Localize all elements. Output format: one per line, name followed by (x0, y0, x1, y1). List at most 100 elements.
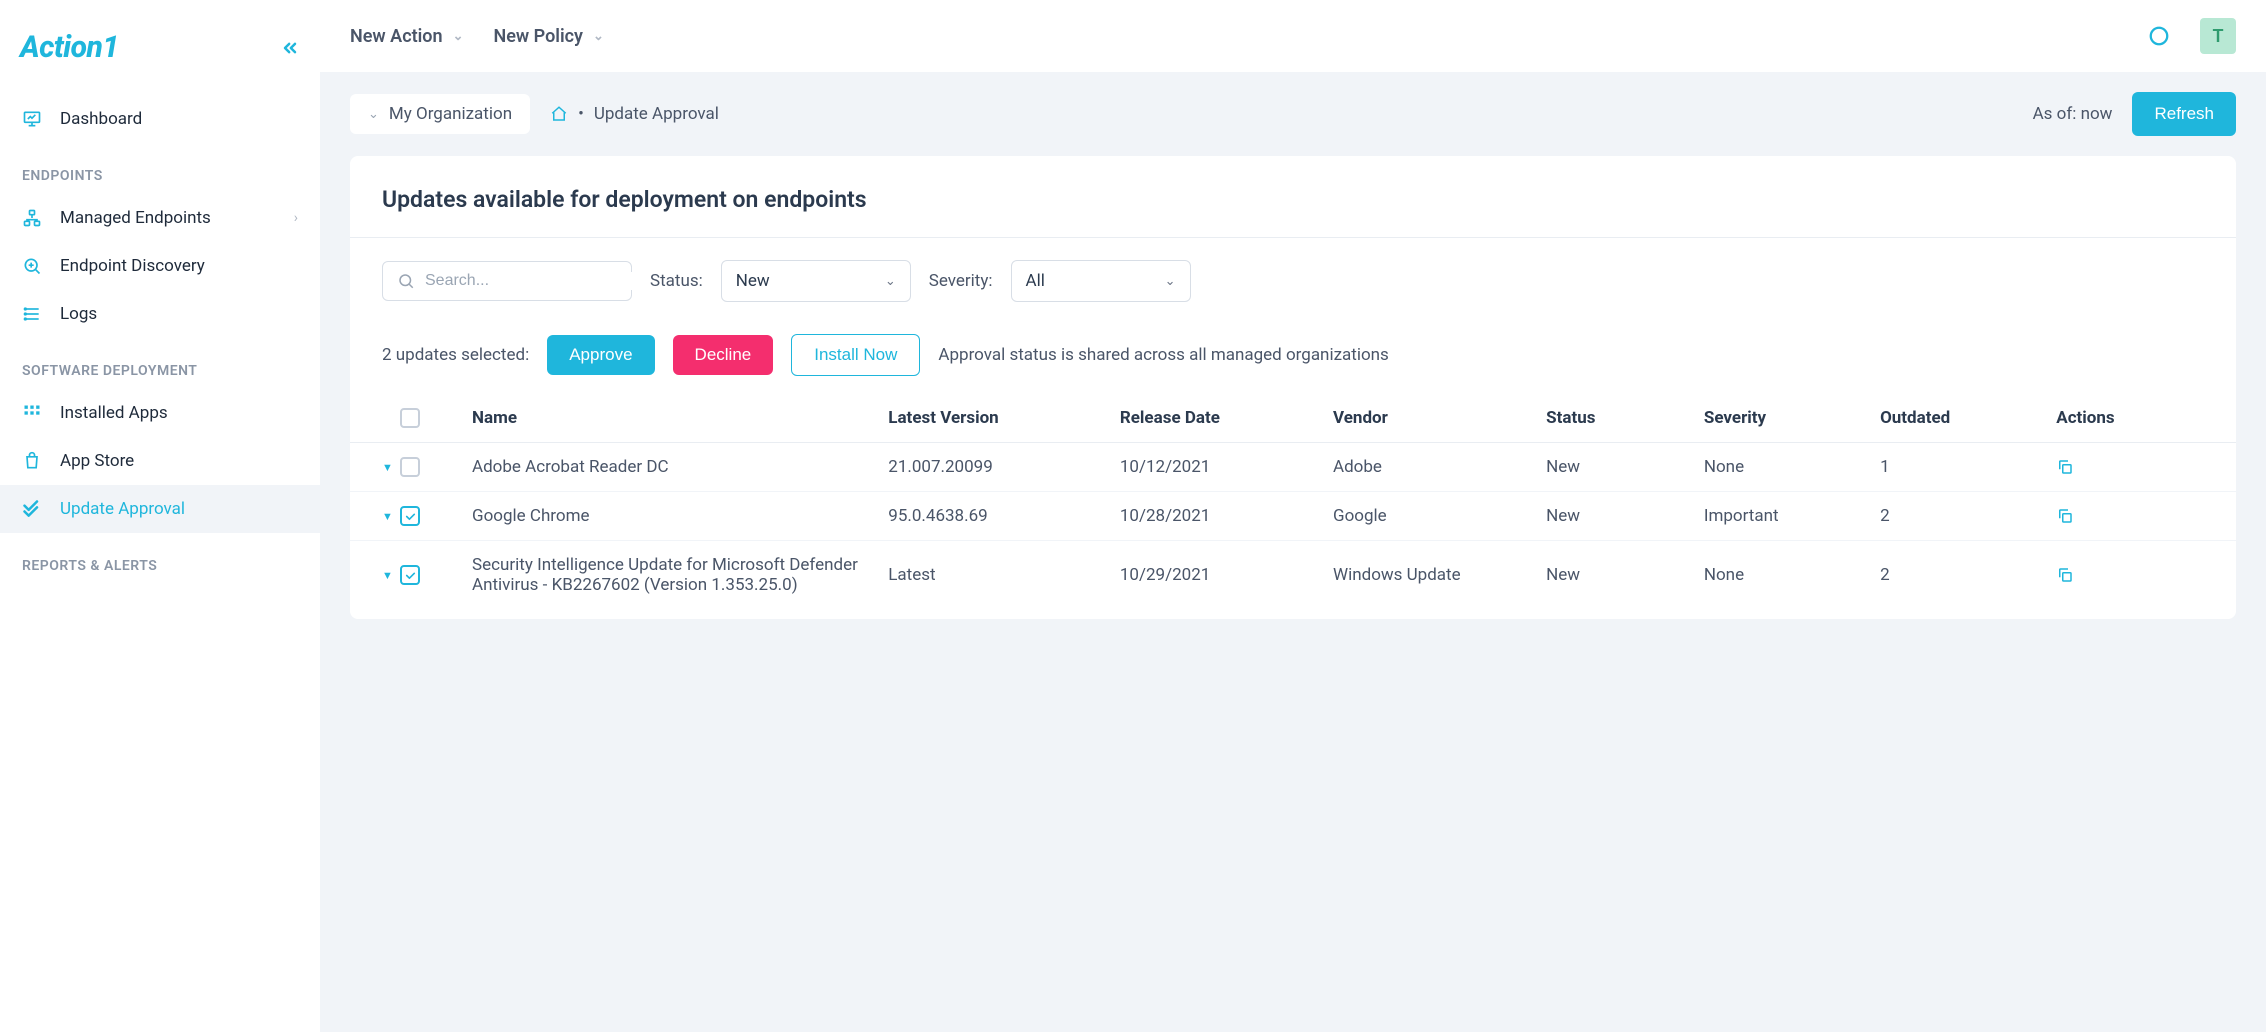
row-checkbox[interactable] (400, 565, 420, 585)
row-expand-toggle[interactable]: ▼ (382, 569, 394, 582)
copy-icon[interactable] (2056, 458, 2204, 476)
avatar-letter: T (2212, 26, 2223, 47)
store-icon (22, 451, 42, 471)
install-now-button[interactable]: Install Now (791, 334, 920, 376)
endpoints-icon (22, 208, 42, 228)
refresh-button[interactable]: Refresh (2132, 92, 2236, 136)
topbar: New Action ⌄ New Policy ⌄ T (320, 0, 2266, 72)
cell-version: 21.007.20099 (888, 457, 1110, 477)
table-row: ▼ Google Chrome 95.0.4638.69 10/28/2021 Goog… (350, 492, 2236, 541)
cell-version: 95.0.4638.69 (888, 506, 1110, 526)
col-severity: Severity (1704, 408, 1870, 428)
sidebar-section-endpoints: ENDPOINTS (0, 143, 320, 194)
avatar[interactable]: T (2200, 18, 2236, 54)
cell-vendor: Adobe (1333, 457, 1536, 477)
sidebar-item-label: Endpoint Discovery (60, 256, 205, 276)
cell-actions (2056, 507, 2204, 525)
sidebar-item-label: Managed Endpoints (60, 208, 211, 228)
col-name: Name (472, 408, 878, 428)
sidebar-item-label: Logs (60, 304, 97, 324)
copy-icon[interactable] (2056, 566, 2204, 584)
selected-count-text: 2 updates selected: (382, 345, 529, 365)
col-latest-version: Latest Version (888, 408, 1110, 428)
sidebar-section-reports: REPORTS & ALERTS (0, 533, 320, 584)
search-icon (397, 272, 415, 290)
select-all-checkbox[interactable] (400, 408, 420, 428)
cell-outdated: 2 (1880, 565, 2046, 585)
col-outdated: Outdated (1880, 408, 2046, 428)
row-expand-toggle[interactable]: ▼ (382, 510, 394, 523)
cell-version: Latest (888, 565, 1110, 585)
sidebar-item-dashboard[interactable]: Dashboard (0, 95, 320, 143)
chevron-down-icon: ⌄ (1165, 274, 1176, 289)
row-checkbox[interactable] (400, 506, 420, 526)
chevron-down-icon: ⌄ (453, 29, 464, 44)
updates-table: Name Latest Version Release Date Vendor … (350, 394, 2236, 609)
sidebar-item-logs[interactable]: Logs (0, 290, 320, 338)
new-action-label: New Action (350, 26, 443, 47)
home-icon (550, 105, 568, 123)
status-label: Status: (650, 271, 703, 291)
search-input[interactable] (425, 272, 632, 290)
sidebar-collapse-button[interactable] (280, 38, 300, 58)
brand-logo: Action1 (20, 30, 119, 65)
cell-vendor: Google (1333, 506, 1536, 526)
breadcrumb-separator: • (578, 104, 584, 124)
dashboard-icon (22, 109, 42, 129)
new-policy-label: New Policy (493, 26, 582, 47)
chevron-right-icon: › (294, 210, 298, 226)
row-expand-toggle[interactable]: ▼ (382, 461, 394, 474)
new-policy-dropdown[interactable]: New Policy ⌄ (493, 26, 603, 47)
row-checkbox[interactable] (400, 457, 420, 477)
status-value: New (736, 271, 770, 291)
chevron-down-icon: ⌄ (885, 274, 896, 289)
copy-icon[interactable] (2056, 507, 2204, 525)
cell-date: 10/29/2021 (1120, 565, 1323, 585)
cell-outdated: 1 (1880, 457, 2046, 477)
approve-button[interactable]: Approve (547, 335, 654, 375)
search-input-wrapper[interactable] (382, 261, 632, 301)
sidebar-item-managed-endpoints[interactable]: Managed Endpoints › (0, 194, 320, 242)
breadcrumb-bar: ⌄ My Organization • Update Approval As o… (320, 72, 2266, 156)
col-actions: Actions (2056, 408, 2204, 428)
sidebar: Action1 Dashboard ENDPOINTS Managed Endp… (0, 0, 320, 1032)
cell-severity: None (1704, 565, 1870, 585)
cell-name: Google Chrome (472, 506, 878, 526)
sidebar-item-label: Dashboard (60, 109, 142, 129)
org-selector[interactable]: ⌄ My Organization (350, 94, 530, 134)
sidebar-item-installed-apps[interactable]: Installed Apps (0, 389, 320, 437)
cell-status: New (1546, 565, 1694, 585)
cell-date: 10/28/2021 (1120, 506, 1323, 526)
table-row: ▼Adobe Acrobat Reader DC21.007.2009910/1… (350, 443, 2236, 492)
chevron-down-icon: ⌄ (593, 29, 604, 44)
as-of-text: As of: now (2033, 104, 2113, 124)
help-icon[interactable] (2148, 25, 2170, 47)
action-bar: 2 updates selected: Approve Decline Inst… (350, 324, 2236, 394)
sidebar-item-app-store[interactable]: App Store (0, 437, 320, 485)
approval-icon (22, 499, 42, 519)
apps-icon (22, 403, 42, 423)
cell-vendor: Windows Update (1333, 565, 1536, 585)
cell-name: Adobe Acrobat Reader DC (472, 457, 878, 477)
col-vendor: Vendor (1333, 408, 1536, 428)
approval-info-text: Approval status is shared across all man… (938, 345, 1388, 365)
cell-status: New (1546, 457, 1694, 477)
sidebar-item-update-approval[interactable]: Update Approval (0, 485, 320, 533)
new-action-dropdown[interactable]: New Action ⌄ (350, 26, 463, 47)
cell-severity: None (1704, 457, 1870, 477)
status-select[interactable]: New ⌄ (721, 260, 911, 302)
cell-status: New (1546, 506, 1694, 526)
breadcrumb-current: Update Approval (594, 104, 719, 124)
sidebar-section-software: SOFTWARE DEPLOYMENT (0, 338, 320, 389)
decline-button[interactable]: Decline (673, 335, 774, 375)
breadcrumb-page: • Update Approval (550, 104, 719, 124)
sidebar-item-endpoint-discovery[interactable]: Endpoint Discovery (0, 242, 320, 290)
sidebar-item-label: App Store (60, 451, 134, 471)
panel-title: Updates available for deployment on endp… (350, 156, 2236, 238)
discovery-icon (22, 256, 42, 276)
cell-actions (2056, 566, 2204, 584)
cell-name: Security Intelligence Update for Microso… (472, 555, 878, 595)
col-status: Status (1546, 408, 1694, 428)
panel: Updates available for deployment on endp… (350, 156, 2236, 619)
severity-select[interactable]: All ⌄ (1011, 260, 1191, 302)
